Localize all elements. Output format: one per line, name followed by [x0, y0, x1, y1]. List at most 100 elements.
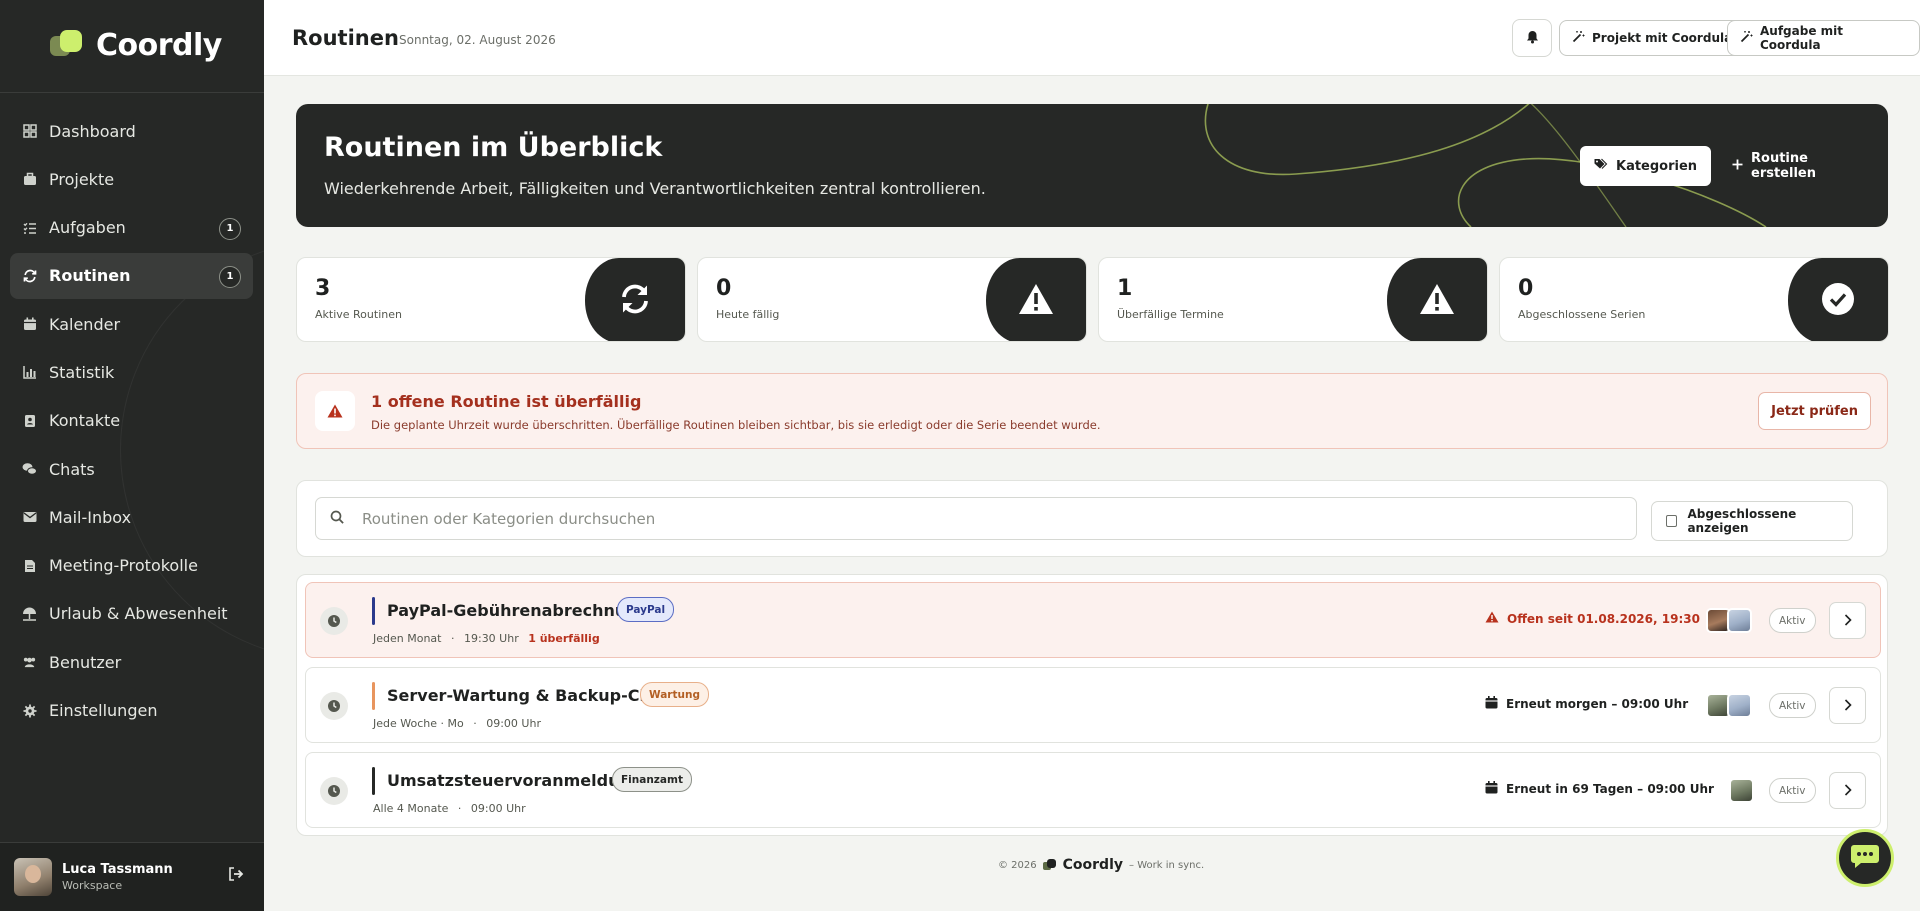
sync-icon [22, 268, 37, 283]
routine-title: Server-Wartung & Backup-Cloud [387, 686, 679, 705]
routine-title: Umsatzsteuervoranmeldung [387, 771, 643, 790]
sidebar-nav: Dashboard Projekte Aufgaben 1 Routinen 1… [10, 108, 253, 736]
routine-time: 09:00 Uhr [486, 717, 541, 730]
check-circle-icon [1821, 282, 1855, 320]
search-panel: Abgeschlossene anzeigen [296, 480, 1888, 557]
assignee-avatars [1706, 608, 1752, 633]
brand-name: Coordly [96, 27, 222, 63]
sidebar-item-label: Aufgaben [49, 218, 126, 238]
clock-icon [320, 777, 348, 805]
sidebar-item-routinen[interactable]: Routinen 1 [10, 252, 253, 299]
hero-subtitle: Wiederkehrende Arbeit, Fälligkeiten und … [324, 179, 986, 198]
search-icon [330, 509, 344, 528]
avatar [14, 858, 52, 896]
gear-icon [22, 703, 37, 718]
meta-separator: · [473, 717, 477, 730]
sidebar-item-chats[interactable]: Chats [10, 446, 253, 492]
clock-icon [320, 607, 348, 635]
sidebar-item-aufgaben[interactable]: Aufgaben 1 [10, 205, 253, 251]
show-completed-toggle[interactable]: Abgeschlossene anzeigen [1651, 501, 1853, 541]
routine-list: PayPal-Gebührenabrechnung PayPal Jeden M… [296, 574, 1888, 836]
notifications-button[interactable] [1512, 19, 1552, 57]
sidebar-item-projekte[interactable]: Projekte [10, 156, 253, 202]
categories-button[interactable]: Kategorien [1580, 146, 1712, 186]
show-completed-checkbox[interactable] [1666, 515, 1678, 527]
brand-logo[interactable]: Coordly [50, 27, 222, 63]
divider [0, 92, 264, 93]
hero-title: Routinen im Überblick [324, 132, 663, 163]
sidebar-item-label: Mail-Inbox [49, 507, 132, 527]
stat-value: 1 [1117, 276, 1133, 301]
footer-brand: Coordly [1062, 857, 1124, 873]
assignee-avatars [1729, 778, 1754, 803]
search-input[interactable] [362, 509, 1562, 528]
sidebar-item-meeting-protokolle[interactable]: Meeting-Protokolle [10, 543, 253, 589]
sidebar-item-urlaub[interactable]: Urlaub & Abwesenheit [10, 591, 253, 637]
stat-card-active: 3 Aktive Routinen [296, 257, 686, 342]
chat-assistant-button[interactable] [1836, 829, 1894, 887]
stat-value: 0 [1518, 276, 1534, 301]
search-box[interactable] [315, 497, 1637, 540]
create-routine-button[interactable]: Routine erstellen [1718, 146, 1888, 186]
alert-text: Die geplante Uhrzeit wurde überschritten… [371, 418, 1101, 432]
sidebar-item-mail-inbox[interactable]: Mail-Inbox [10, 494, 253, 540]
sidebar-item-dashboard[interactable]: Dashboard [10, 108, 253, 154]
sidebar-item-kalender[interactable]: Kalender [10, 301, 253, 347]
open-routine-button[interactable] [1829, 602, 1866, 639]
due-text: Erneut morgen – 09:00 Uhr [1506, 697, 1689, 711]
status-badge: Aktiv [1769, 693, 1816, 718]
stat-card-today: 0 Heute fällig [697, 257, 1087, 342]
due-info: Offen seit 01.08.2026, 19:30 [1485, 611, 1700, 626]
overdue-count: 1 überfällig [528, 632, 600, 645]
sidebar-item-einstellungen[interactable]: Einstellungen [10, 688, 253, 734]
chevron-right-icon [1844, 781, 1852, 800]
stat-label: Aktive Routinen [315, 308, 402, 321]
routine-row[interactable]: Umsatzsteuervoranmeldung Finanzamt Alle … [305, 752, 1881, 828]
warning-icon [1485, 611, 1499, 626]
chevron-right-icon [1844, 696, 1852, 715]
avatar [1727, 693, 1752, 718]
stat-label: Überfällige Termine [1117, 308, 1224, 321]
sidebar-item-statistik[interactable]: Statistik [10, 349, 253, 395]
sidebar: Coordly Dashboard Projekte Aufgaben 1 Ro… [0, 0, 264, 911]
check-now-button[interactable]: Jetzt prüfen [1758, 392, 1871, 430]
project-with-coordula-button[interactable]: Projekt mit Coordula [1559, 20, 1746, 56]
footer-tagline: – Work in sync. [1129, 859, 1205, 871]
status-badge: Aktiv [1769, 608, 1816, 633]
routine-schedule: Alle 4 Monate · 09:00 Uhr [373, 802, 526, 815]
sidebar-item-benutzer[interactable]: Benutzer [10, 639, 253, 685]
open-routine-button[interactable] [1829, 772, 1866, 809]
routine-row[interactable]: Server-Wartung & Backup-Cloud Wartung Je… [305, 667, 1881, 743]
stat-card-overdue: 1 Überfällige Termine [1098, 257, 1488, 342]
calendar-icon [1485, 781, 1498, 797]
logout-icon[interactable] [228, 867, 244, 885]
tags-icon [1594, 158, 1608, 174]
sidebar-item-label: Benutzer [49, 652, 122, 672]
contacts-icon [22, 413, 37, 428]
warning-icon [315, 391, 355, 431]
sidebar-item-kontakte[interactable]: Kontakte [10, 398, 253, 444]
user-profile[interactable]: Luca Tassmann Workspace [0, 842, 264, 911]
warning-icon [1018, 283, 1054, 319]
stat-card-completed: 0 Abgeschlossene Serien [1499, 257, 1889, 342]
avatar [1727, 608, 1752, 633]
task-with-coordula-button[interactable]: Aufgabe mit Coordula [1727, 20, 1920, 56]
count-badge: 1 [219, 217, 241, 240]
plus-icon [1732, 159, 1743, 174]
overdue-alert: 1 offene Routine ist überfällig Die gepl… [296, 373, 1888, 449]
bell-icon [1526, 29, 1539, 48]
stat-icon-panel [1387, 258, 1487, 341]
sidebar-item-label: Routinen [49, 266, 131, 286]
sidebar-item-label: Einstellungen [49, 701, 158, 721]
stat-value: 3 [315, 276, 331, 301]
sync-icon [618, 282, 652, 320]
sidebar-item-label: Dashboard [49, 121, 136, 141]
routine-row[interactable]: PayPal-Gebührenabrechnung PayPal Jeden M… [305, 582, 1881, 658]
due-info: Erneut morgen – 09:00 Uhr [1485, 696, 1688, 712]
stat-label: Heute fällig [716, 308, 780, 321]
open-routine-button[interactable] [1829, 687, 1866, 724]
magic-wand-icon [1740, 30, 1753, 46]
assignee-avatars [1706, 693, 1752, 718]
project-with-coordula-label: Projekt mit Coordula [1592, 31, 1733, 45]
copyright: © 2026 [998, 859, 1037, 871]
